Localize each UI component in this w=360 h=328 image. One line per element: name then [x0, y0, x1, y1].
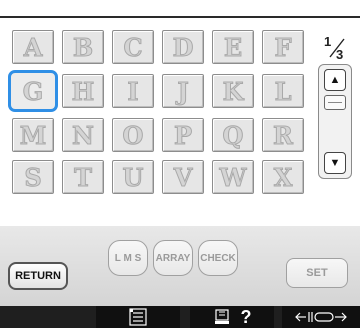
letter-glyph: B: [72, 32, 94, 62]
array-button: ARRAY: [153, 240, 193, 276]
letter-tile-h[interactable]: H: [62, 74, 104, 108]
letter-tile-d[interactable]: D: [162, 30, 204, 64]
letter-tile-l[interactable]: L: [262, 74, 304, 108]
letter-glyph: X: [273, 162, 293, 192]
letter-glyph: D: [172, 32, 194, 62]
lms-label: L M S: [114, 252, 142, 264]
return-button[interactable]: RETURN: [8, 262, 68, 290]
page-indicator: 1 3: [322, 34, 352, 64]
page-total: 3: [336, 47, 344, 62]
letter-tile-f[interactable]: F: [262, 30, 304, 64]
letter-glyph: Q: [222, 120, 244, 150]
letter-glyph: M: [19, 120, 47, 150]
letter-tile-m[interactable]: M: [12, 118, 54, 152]
array-label: ARRAY: [155, 252, 191, 264]
letter-tile-e[interactable]: E: [212, 30, 254, 64]
letter-glyph: F: [274, 32, 292, 62]
letter-tile-s[interactable]: S: [12, 160, 54, 194]
letter-glyph: R: [273, 120, 294, 150]
letter-tile-r[interactable]: R: [262, 118, 304, 152]
check-label: CHECK: [200, 252, 236, 264]
scroll-down-button[interactable]: ▼: [324, 152, 346, 174]
set-button: SET: [286, 258, 348, 288]
check-button: CHECK: [198, 240, 238, 276]
letter-glyph: L: [274, 76, 292, 106]
letter-tile-w[interactable]: W: [212, 160, 254, 194]
return-label: RETURN: [15, 270, 61, 282]
scrollbar[interactable]: ▲ ▼: [318, 64, 352, 179]
letter-tile-t[interactable]: T: [62, 160, 104, 194]
letter-tile-b[interactable]: B: [62, 30, 104, 64]
letter-glyph: V: [173, 162, 193, 192]
letter-glyph: N: [72, 120, 95, 150]
letter-glyph: T: [74, 162, 93, 192]
letter-glyph: O: [122, 120, 144, 150]
down-arrow-icon: ▼: [329, 157, 341, 169]
width-adjust-button[interactable]: [282, 306, 360, 328]
letter-glyph: P: [173, 120, 193, 150]
help-sewing-icon: [214, 309, 229, 324]
lms-button: L M S: [108, 240, 148, 276]
letter-tile-g-selected[interactable]: G: [8, 70, 58, 112]
set-label: SET: [306, 267, 328, 279]
letter-tile-a[interactable]: A: [12, 30, 54, 64]
letter-glyph: S: [24, 162, 42, 192]
letter-glyph: H: [71, 76, 95, 106]
letter-tile-o[interactable]: O: [112, 118, 154, 152]
letter-tile-n[interactable]: N: [62, 118, 104, 152]
width-arrows-icon: [295, 312, 347, 322]
letter-tile-x[interactable]: X: [262, 160, 304, 194]
letter-glyph: I: [127, 76, 139, 106]
letter-tile-p[interactable]: P: [162, 118, 204, 152]
help-button[interactable]: ?: [190, 306, 274, 328]
scroll-up-button[interactable]: ▲: [324, 69, 346, 91]
letter-glyph: W: [219, 162, 247, 192]
settings-list-button[interactable]: [96, 306, 180, 328]
letter-glyph: G: [22, 76, 44, 106]
up-arrow-icon: ▲: [329, 74, 341, 86]
letter-glyph: C: [123, 32, 143, 62]
letter-tile-i[interactable]: I: [112, 74, 154, 108]
letter-glyph: U: [122, 162, 144, 192]
scroll-thumb[interactable]: [324, 95, 346, 110]
letter-grid: A B C D E F G H I J K L M N O P Q R S T …: [8, 30, 312, 202]
letter-tile-q[interactable]: Q: [212, 118, 254, 152]
help-question-text: ?: [240, 306, 252, 327]
letter-tile-j[interactable]: J: [162, 74, 204, 108]
letter-glyph: E: [223, 32, 243, 62]
letter-tile-c[interactable]: C: [112, 30, 154, 64]
letter-tile-k[interactable]: K: [212, 74, 254, 108]
top-bar: [0, 0, 360, 18]
letter-glyph: A: [23, 32, 43, 62]
letter-glyph: K: [222, 76, 244, 106]
settings-list-icon: [129, 308, 147, 326]
letter-tile-u[interactable]: U: [112, 160, 154, 194]
letter-glyph: J: [177, 76, 189, 106]
letter-tile-v[interactable]: V: [162, 160, 204, 194]
